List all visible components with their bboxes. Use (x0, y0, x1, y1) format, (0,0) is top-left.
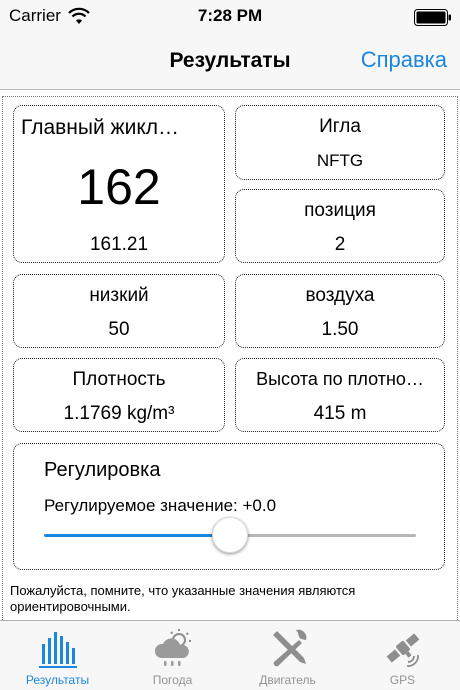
low-label: низкий (89, 285, 149, 306)
status-time: 7:28 PM (197, 6, 263, 25)
bar-chart-icon (39, 632, 77, 668)
density-label: Плотность (72, 369, 166, 390)
tab-gps[interactable]: GPS (345, 621, 460, 690)
disclaimer-text: Пожалуйста, помните, что указанные значе… (10, 583, 356, 614)
tab-weather[interactable]: Погода (115, 621, 230, 690)
help-button[interactable]: Справка (361, 47, 447, 73)
low-card: низкий 50 (13, 274, 225, 348)
low-value: 50 (108, 319, 130, 340)
tab-results-label: Результаты (25, 673, 90, 687)
slider-track-empty[interactable] (230, 534, 416, 537)
main-jet-label: Главный жикл… (21, 116, 179, 139)
status-bar: Carrier 7:28 PM (0, 0, 460, 34)
density-altitude-card: Высота по плотно… 415 m (235, 358, 445, 432)
weather-cloud-icon (154, 629, 191, 666)
needle-card: Игла NFTG (235, 105, 445, 180)
density-altitude-label: Высота по плотно… (256, 369, 424, 389)
tab-weather-label: Погода (152, 673, 193, 687)
adjustment-slider-thumb[interactable] (212, 517, 248, 553)
position-label: позиция (304, 200, 376, 221)
adjustment-card: Регулировка Регулируемое значение: +0.0 (13, 443, 445, 570)
navigation-bar: Результаты Справка (0, 34, 460, 90)
adjustment-title: Регулировка (44, 459, 161, 481)
needle-label: Игла (319, 116, 361, 137)
main-jet-exact-value: 161.21 (89, 234, 149, 255)
position-card: позиция 2 (235, 189, 445, 263)
tab-engine[interactable]: Двигатель (230, 621, 345, 690)
tab-results[interactable]: Результаты (0, 621, 115, 690)
slider-track-filled[interactable] (44, 534, 230, 537)
air-label: воздуха (305, 285, 375, 306)
satellite-icon (386, 633, 420, 667)
battery-icon (414, 9, 451, 26)
main-jet-rounded-value: 162 (77, 159, 161, 215)
air-value: 1.50 (321, 319, 359, 340)
tab-bar: Результаты Погода Двигатель GPS (0, 620, 460, 690)
density-altitude-value: 415 m (313, 403, 367, 424)
air-card: воздуха 1.50 (235, 274, 445, 348)
tab-engine-label: Двигатель (259, 673, 316, 687)
adjustment-value-label: Регулируемое значение: +0.0 (44, 496, 277, 515)
tab-gps-label: GPS (389, 673, 416, 687)
main-jet-card: Главный жикл… 162 161.21 (13, 105, 225, 263)
tools-icon (273, 629, 307, 667)
density-value: 1.1769 kg/m³ (63, 403, 175, 424)
needle-value: NFTG (316, 151, 364, 170)
position-value: 2 (334, 234, 346, 255)
results-content: Главный жикл… 162 161.21 Игла NFTG позиц… (0, 91, 460, 620)
density-card: Плотность 1.1769 kg/m³ (13, 358, 225, 432)
